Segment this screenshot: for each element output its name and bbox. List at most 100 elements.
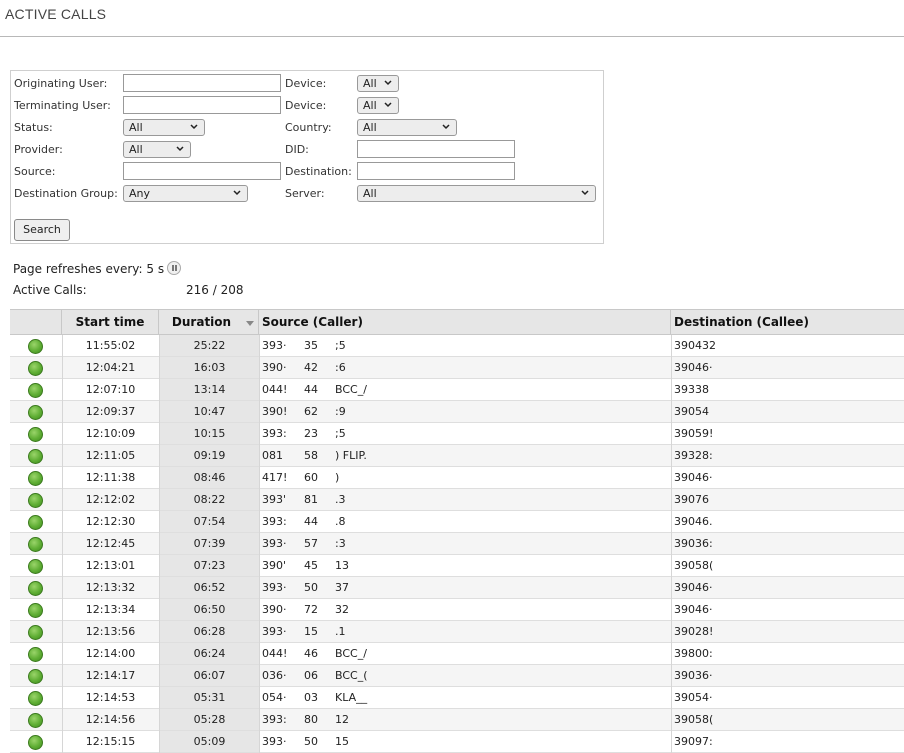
- source-name-part: ;5: [335, 427, 346, 440]
- source-number-part: 50: [304, 581, 318, 594]
- status-active-icon: [28, 405, 43, 420]
- table-row[interactable]: 12:13:01 07:23 390' 45 13 39058(: [10, 555, 904, 577]
- duration-cell: 06:52: [160, 577, 259, 598]
- table-row[interactable]: 12:11:05 09:19 081 58) FLIP. 39328:: [10, 445, 904, 467]
- table-row[interactable]: 12:13:34 06:50 390· 72 32 39046·: [10, 599, 904, 621]
- start-time-cell: 12:12:30: [85, 515, 136, 528]
- chevron-down-icon: [581, 190, 589, 196]
- table-row[interactable]: 12:14:56 05:28 393: 80 12 39058(: [10, 709, 904, 731]
- start-time-cell: 12:14:17: [85, 669, 136, 682]
- terminating-user-input[interactable]: [123, 96, 281, 114]
- table-row[interactable]: 12:09:37 10:47 390! 62:9 39054: [10, 401, 904, 423]
- source-number-part: 054·: [262, 691, 287, 704]
- source-name-part: 12: [335, 713, 349, 726]
- start-time-cell: 12:14:00: [85, 647, 136, 660]
- start-time-cell: 12:10:09: [85, 427, 136, 440]
- status-active-icon: [28, 471, 43, 486]
- active-calls-label: Active Calls:: [13, 283, 87, 297]
- table-row[interactable]: 12:07:10 13:14 044! 44 BCC_/ 39338: [10, 379, 904, 401]
- table-row[interactable]: 12:12:45 07:39 393· 57:3 39036:: [10, 533, 904, 555]
- table-row[interactable]: 12:13:56 06:28 393· 15 .1 39028!: [10, 621, 904, 643]
- title-divider: [0, 36, 904, 37]
- duration-header[interactable]: Duration: [159, 310, 259, 335]
- start-time-cell: 12:13:01: [85, 559, 136, 572]
- status-active-icon: [28, 493, 43, 508]
- destination-group-label: Destination Group:: [14, 187, 118, 200]
- did-input[interactable]: [357, 140, 515, 158]
- table-row[interactable]: 12:14:00 06:24 044! 46 BCC_/ 39800:: [10, 643, 904, 665]
- duration-cell: 06:50: [160, 599, 259, 620]
- destination-cell: 390432: [674, 339, 716, 352]
- source-number-part: 60: [304, 471, 318, 484]
- duration-cell: 07:39: [160, 533, 259, 554]
- table-row[interactable]: 12:15:15 05:09 393· 50 15 39097:: [10, 731, 904, 753]
- source-number-part: 35: [304, 339, 318, 352]
- device-select-1[interactable]: All: [357, 75, 399, 92]
- duration-cell: 06:24: [160, 643, 259, 664]
- table-row[interactable]: 11:55:02 25:22 393· 35 ;5 390432: [10, 335, 904, 357]
- source-name-part: 13: [335, 559, 349, 572]
- source-number-part: 15: [304, 625, 318, 638]
- table-row[interactable]: 12:10:09 10:15 393: 23 ;5 39059!: [10, 423, 904, 445]
- source-number-part: 23: [304, 427, 318, 440]
- destination-input[interactable]: [357, 162, 515, 180]
- source-input[interactable]: [123, 162, 281, 180]
- duration-cell: 05:28: [160, 709, 259, 730]
- start-time-cell: 12:15:15: [85, 735, 136, 748]
- destination-cell: 39058(: [674, 559, 714, 572]
- refresh-interval-text: Page refreshes every: 5 s: [13, 262, 165, 276]
- status-label: Status:: [14, 121, 53, 134]
- table-row[interactable]: 12:12:30 07:54 393: 44 .8 39046.: [10, 511, 904, 533]
- duration-cell: 25:22: [160, 335, 259, 356]
- duration-cell: 06:07: [160, 665, 259, 686]
- chevron-down-icon: [233, 190, 241, 196]
- start-time-cell: 12:11:38: [85, 471, 136, 484]
- source-number-part: 393:: [262, 427, 287, 440]
- table-row[interactable]: 12:14:53 05:31 054· 03 KLA__ 39054·: [10, 687, 904, 709]
- status-active-icon: [28, 427, 43, 442]
- country-select[interactable]: All: [357, 119, 457, 136]
- search-button[interactable]: Search: [14, 219, 70, 241]
- source-number-part: 390': [262, 559, 287, 572]
- pause-icon[interactable]: [167, 261, 181, 275]
- sort-descending-icon[interactable]: [246, 321, 254, 326]
- duration-cell: 10:47: [160, 401, 259, 422]
- destination-header[interactable]: Destination (Callee): [671, 310, 904, 335]
- start-time-cell: 12:12:45: [85, 537, 136, 550]
- source-number-part: 081: [262, 449, 283, 462]
- page-title: ACTIVE CALLS: [5, 6, 107, 22]
- duration-cell: 10:15: [160, 423, 259, 444]
- status-active-icon: [28, 647, 43, 662]
- source-number-part: 393·: [262, 735, 287, 748]
- source-number-part: 044!: [262, 647, 288, 660]
- destination-cell: 39046·: [674, 471, 713, 484]
- provider-select[interactable]: All: [123, 141, 191, 158]
- table-row[interactable]: 12:13:32 06:52 393· 50 37 39046·: [10, 577, 904, 599]
- table-row[interactable]: 12:14:17 06:07 036· 06 BCC_(39036·: [10, 665, 904, 687]
- table-row[interactable]: 12:04:21 16:03 390· 42:6 39046·: [10, 357, 904, 379]
- status-active-icon: [28, 383, 43, 398]
- table-row[interactable]: 12:12:02 08:22 393' 81 .3 39076: [10, 489, 904, 511]
- source-name-part: .8: [335, 515, 346, 528]
- source-number-part: 393:: [262, 713, 287, 726]
- device-select-2[interactable]: All: [357, 97, 399, 114]
- destination-group-select[interactable]: Any: [123, 185, 248, 202]
- table-row[interactable]: 12:11:38 08:46 417! 60) 39046·: [10, 467, 904, 489]
- start-time-header[interactable]: Start time: [62, 310, 159, 335]
- source-name-part: 37: [335, 581, 349, 594]
- chevron-down-icon: [190, 124, 198, 130]
- server-select[interactable]: All: [357, 185, 596, 202]
- source-number-part: 393': [262, 493, 287, 506]
- originating-user-input[interactable]: [123, 74, 281, 92]
- status-select[interactable]: All: [123, 119, 205, 136]
- source-name-part: 32: [335, 603, 349, 616]
- duration-cell: 06:28: [160, 621, 259, 642]
- destination-cell: 39046.: [674, 515, 713, 528]
- source-header[interactable]: Source (Caller): [259, 310, 671, 335]
- country-label: Country:: [285, 121, 332, 134]
- duration-cell: 13:14: [160, 379, 259, 400]
- status-active-icon: [28, 361, 43, 376]
- status-active-icon: [28, 581, 43, 596]
- start-time-cell: 12:12:02: [85, 493, 136, 506]
- source-number-part: 417!: [262, 471, 288, 484]
